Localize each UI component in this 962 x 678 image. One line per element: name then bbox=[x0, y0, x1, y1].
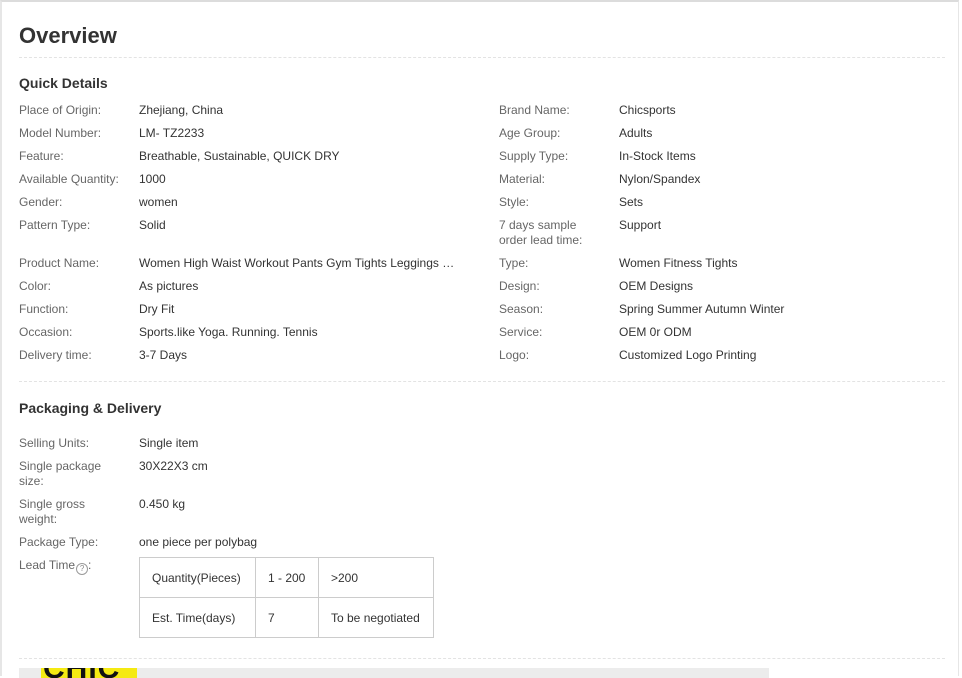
detail-label: Available Quantity: bbox=[19, 172, 119, 186]
detail-label: Gender: bbox=[19, 195, 63, 209]
detail-label: Material: bbox=[499, 172, 546, 186]
detail-value: Women Fitness Tights bbox=[619, 256, 738, 270]
product-detail-panel: Overview Quick Details Place of Origin: … bbox=[0, 0, 959, 678]
detail-value: Solid bbox=[139, 218, 166, 232]
detail-value: Breathable, Sustainable, QUICK DRY bbox=[139, 149, 340, 163]
table-cell: Quantity(Pieces) bbox=[139, 557, 256, 598]
detail-label: Single gross weight: bbox=[19, 497, 86, 526]
detail-value: Spring Summer Autumn Winter bbox=[619, 302, 785, 316]
detail-label: Brand Name: bbox=[499, 103, 570, 117]
detail-value: Dry Fit bbox=[139, 302, 175, 316]
detail-label: Design: bbox=[499, 279, 540, 293]
detail-label: Single package size: bbox=[19, 459, 102, 488]
detail-label: Feature: bbox=[19, 149, 64, 163]
quick-details-heading: Quick Details bbox=[19, 75, 108, 91]
detail-value: one piece per polybag bbox=[139, 535, 258, 549]
detail-value: OEM 0r ODM bbox=[619, 325, 692, 339]
table-row: Quantity(Pieces) 1 - 200 >200 bbox=[139, 557, 434, 598]
detail-label: Logo: bbox=[499, 348, 530, 362]
detail-label: Type: bbox=[499, 256, 529, 270]
detail-label: Function: bbox=[19, 302, 69, 316]
lead-time-label: Lead Time?: bbox=[19, 558, 127, 575]
detail-label: Age Group: bbox=[499, 126, 561, 140]
detail-label: Season: bbox=[499, 302, 544, 316]
detail-value: women bbox=[139, 195, 178, 209]
detail-value: Zhejiang, China bbox=[139, 103, 224, 117]
detail-label: Occasion: bbox=[19, 325, 73, 339]
table-cell: >200 bbox=[318, 557, 434, 598]
detail-label: Color: bbox=[19, 279, 52, 293]
detail-label: Style: bbox=[499, 195, 530, 209]
detail-label: Service: bbox=[499, 325, 543, 339]
detail-value: 30X22X3 cm bbox=[139, 459, 208, 473]
detail-value: Support bbox=[619, 218, 662, 232]
detail-value: 0.450 kg bbox=[139, 497, 186, 511]
divider bbox=[19, 381, 945, 382]
detail-label: Model Number: bbox=[19, 126, 102, 140]
detail-value: Sports.like Yoga. Running. Tennis bbox=[139, 325, 318, 339]
detail-label: Selling Units: bbox=[19, 436, 90, 450]
brand-logo: CHIC bbox=[41, 668, 137, 678]
divider bbox=[19, 57, 945, 58]
detail-value: Sets bbox=[619, 195, 644, 209]
brand-logo-text: CHIC bbox=[43, 668, 120, 678]
lead-time-label-text: Lead Time bbox=[19, 558, 76, 572]
page-title: Overview bbox=[19, 23, 117, 48]
detail-label: Product Name: bbox=[19, 256, 100, 270]
table-cell: To be negotiated bbox=[318, 597, 434, 638]
detail-value: Nylon/Spandex bbox=[619, 172, 701, 186]
packaging-heading: Packaging & Delivery bbox=[19, 400, 162, 416]
detail-label: Pattern Type: bbox=[19, 218, 91, 232]
detail-value: Single item bbox=[139, 436, 199, 450]
lead-time-table: Quantity(Pieces) 1 - 200 >200 Est. Time(… bbox=[139, 557, 434, 638]
detail-label: 7 days sample order lead time: bbox=[499, 218, 583, 247]
help-icon[interactable]: ? bbox=[76, 563, 89, 575]
detail-value: Chicsports bbox=[619, 103, 676, 117]
detail-value: As pictures bbox=[139, 279, 199, 293]
detail-label: Delivery time: bbox=[19, 348, 92, 362]
detail-value: 3-7 Days bbox=[139, 348, 188, 362]
product-name-value: Women High Waist Workout Pants Gym Tight… bbox=[139, 256, 455, 270]
detail-value: Customized Logo Printing bbox=[619, 348, 757, 362]
table-cell: 7 bbox=[255, 597, 319, 638]
table-cell: 1 - 200 bbox=[255, 557, 319, 598]
table-row: Est. Time(days) 7 To be negotiated bbox=[139, 597, 434, 638]
product-banner-image: CHIC bbox=[19, 668, 769, 678]
table-cell: Est. Time(days) bbox=[139, 597, 256, 638]
detail-label: Package Type: bbox=[19, 535, 99, 549]
detail-value: Adults bbox=[619, 126, 653, 140]
detail-value: In-Stock Items bbox=[619, 149, 696, 163]
divider bbox=[19, 658, 945, 659]
detail-value: LM- TZ2233 bbox=[139, 126, 205, 140]
colon: : bbox=[88, 558, 92, 572]
detail-value: OEM Designs bbox=[619, 279, 694, 293]
detail-label: Supply Type: bbox=[499, 149, 569, 163]
detail-label: Place of Origin: bbox=[19, 103, 102, 117]
detail-value: 1000 bbox=[139, 172, 166, 186]
